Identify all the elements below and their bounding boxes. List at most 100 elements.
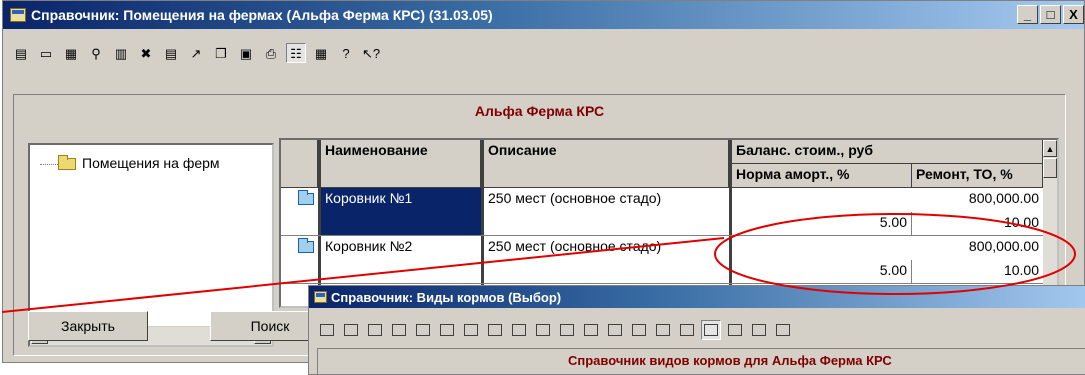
- row-indicator-header: [281, 140, 318, 188]
- tree-root-item[interactable]: Помещения на ферм: [58, 155, 220, 171]
- new-record-icon[interactable]: ▤: [11, 43, 31, 63]
- close-button[interactable]: Закрыть: [28, 311, 148, 341]
- export-icon-glyph: [728, 324, 742, 336]
- row-1-depreciation-cell[interactable]: 5.00: [732, 212, 912, 236]
- filter-icon[interactable]: [533, 320, 553, 340]
- print-icon-glyph: [680, 324, 694, 336]
- move-out-icon[interactable]: [509, 320, 529, 340]
- grid-row-divider: [281, 283, 1043, 284]
- feed-types-window: Справочник: Виды кормов (Выбор) Справочн…: [308, 285, 1085, 375]
- paste-icon-glyph: [656, 324, 670, 336]
- folder-icon: [58, 155, 76, 171]
- app-icon: [314, 291, 327, 303]
- column-header-depreciation[interactable]: Норма аморт., %: [732, 164, 912, 188]
- edit-icon[interactable]: ▦: [61, 43, 81, 63]
- move-in-icon[interactable]: [485, 320, 505, 340]
- column-header-balance[interactable]: Баланс. стоим., руб: [732, 140, 1043, 164]
- new-folder-icon[interactable]: ▭: [36, 43, 56, 63]
- new-folder-icon[interactable]: [341, 320, 361, 340]
- add-row-icon[interactable]: [413, 320, 433, 340]
- copy-icon-glyph: [632, 324, 646, 336]
- column-header-repair[interactable]: Ремонт, ТО, %: [912, 164, 1043, 188]
- new-record-icon[interactable]: [317, 320, 337, 340]
- group-icon[interactable]: [557, 320, 577, 340]
- add-row-icon[interactable]: ▥: [111, 43, 131, 63]
- row-2-depreciation-cell[interactable]: 5.00: [732, 260, 912, 284]
- import-icon[interactable]: [581, 320, 601, 340]
- move-in-icon-glyph: [488, 324, 502, 336]
- grid-row-divider: [281, 235, 1043, 236]
- maximize-button[interactable]: □: [1040, 5, 1061, 24]
- row-1-repair-cell[interactable]: 10.00: [912, 212, 1043, 236]
- print-icon[interactable]: ⎙: [261, 43, 281, 63]
- delete-mark-icon-glyph: [440, 324, 454, 336]
- delete-mark-icon[interactable]: ✖: [136, 43, 156, 63]
- help-icon[interactable]: [749, 320, 769, 340]
- row-2-name-cell[interactable]: Коровник №2: [321, 236, 481, 284]
- main-window-title: Справочник: Помещения на фермах (Альфа Ф…: [31, 7, 493, 23]
- find-icon-glyph: [392, 324, 406, 336]
- tree-view-icon[interactable]: [701, 320, 721, 340]
- edit-icon[interactable]: [365, 320, 385, 340]
- row-1-name-cell[interactable]: Коровник №1: [321, 188, 481, 236]
- context-help-icon[interactable]: ↖?: [361, 43, 381, 63]
- paste-icon[interactable]: [653, 320, 673, 340]
- main-title-bar[interactable]: Справочник: Помещения на фермах (Альфа Ф…: [3, 1, 1084, 29]
- copy-row-icon[interactable]: [461, 320, 481, 340]
- feed-content-panel: Справочник видов кормов для Альфа Ферма …: [317, 348, 1085, 374]
- minimize-button[interactable]: _: [1017, 5, 1038, 24]
- help-icon[interactable]: ?: [336, 43, 356, 63]
- tree-view-icon-glyph: [704, 324, 718, 336]
- directory-header: Альфа Ферма КРС: [474, 103, 605, 119]
- app-icon: [10, 8, 26, 22]
- row-2-icon-cell: [281, 236, 318, 284]
- close-window-button[interactable]: X: [1063, 5, 1084, 24]
- edit-icon-glyph: [368, 324, 382, 336]
- move-icon[interactable]: ↗: [186, 43, 206, 63]
- find-icon[interactable]: ⚲: [86, 43, 106, 63]
- row-1-description-cell[interactable]: 250 мест (основное стадо): [484, 188, 729, 236]
- help-icon-glyph: [752, 324, 766, 336]
- row-1-balance-cell[interactable]: 800,000.00: [732, 188, 1043, 212]
- group-icon-glyph: [560, 324, 574, 336]
- print-icon[interactable]: [677, 320, 697, 340]
- column-header-name[interactable]: Наименование: [321, 140, 481, 188]
- row-1-icon-cell: [281, 188, 318, 236]
- new-folder-icon-glyph: [344, 324, 358, 336]
- row-2-description-cell[interactable]: 250 мест (основное стадо): [484, 236, 729, 284]
- scroll-thumb[interactable]: [1043, 158, 1057, 178]
- row-2-balance-cell[interactable]: 800,000.00: [732, 236, 1043, 260]
- move-out-icon-glyph: [512, 324, 526, 336]
- main-toolbar: ▤ ▭ ▦ ⚲ ▥ ✖ ▤ ↗ ❐ ▣ ⎙ ☷ ▦? ↖?: [3, 43, 1084, 63]
- record-icon: [298, 190, 314, 206]
- copy-row-icon-glyph: [464, 324, 478, 336]
- add-row-icon-glyph: [416, 324, 430, 336]
- paste-icon[interactable]: ▣: [236, 43, 256, 63]
- tree-connector: [40, 164, 58, 165]
- record-icon: [298, 238, 314, 254]
- delete-mark-icon[interactable]: [437, 320, 457, 340]
- context-help-icon-glyph: [776, 324, 790, 336]
- column-header-description[interactable]: Описание: [484, 140, 729, 188]
- feed-toolbar: [309, 320, 1085, 340]
- context-help-icon[interactable]: [773, 320, 793, 340]
- tree-root-label: Помещения на ферм: [82, 155, 220, 171]
- data-grid[interactable]: Наименование Описание Баланс. стоим., ру…: [279, 138, 1059, 308]
- feed-directory-header: Справочник видов кормов для Альфа Ферма …: [568, 353, 892, 368]
- export-icon[interactable]: ▦: [311, 43, 331, 63]
- row-2-repair-cell[interactable]: 10.00: [912, 260, 1043, 284]
- new-record-icon-glyph: [320, 324, 334, 336]
- export-icon[interactable]: [725, 320, 745, 340]
- import-icon-glyph: [584, 324, 598, 336]
- grid-vertical-scrollbar[interactable]: ▲: [1043, 140, 1057, 306]
- feed-window-title-bar[interactable]: Справочник: Виды кормов (Выбор): [309, 286, 1085, 308]
- copy-row-icon[interactable]: ▤: [161, 43, 181, 63]
- filter-icon-glyph: [536, 324, 550, 336]
- scroll-up-button[interactable]: ▲: [1043, 140, 1057, 157]
- find-icon[interactable]: [389, 320, 409, 340]
- feed-window-title: Справочник: Виды кормов (Выбор): [331, 289, 562, 305]
- copy-icon[interactable]: ❐: [211, 43, 231, 63]
- move-icon[interactable]: [605, 320, 625, 340]
- tree-view-icon[interactable]: ☷: [286, 43, 306, 63]
- copy-icon[interactable]: [629, 320, 649, 340]
